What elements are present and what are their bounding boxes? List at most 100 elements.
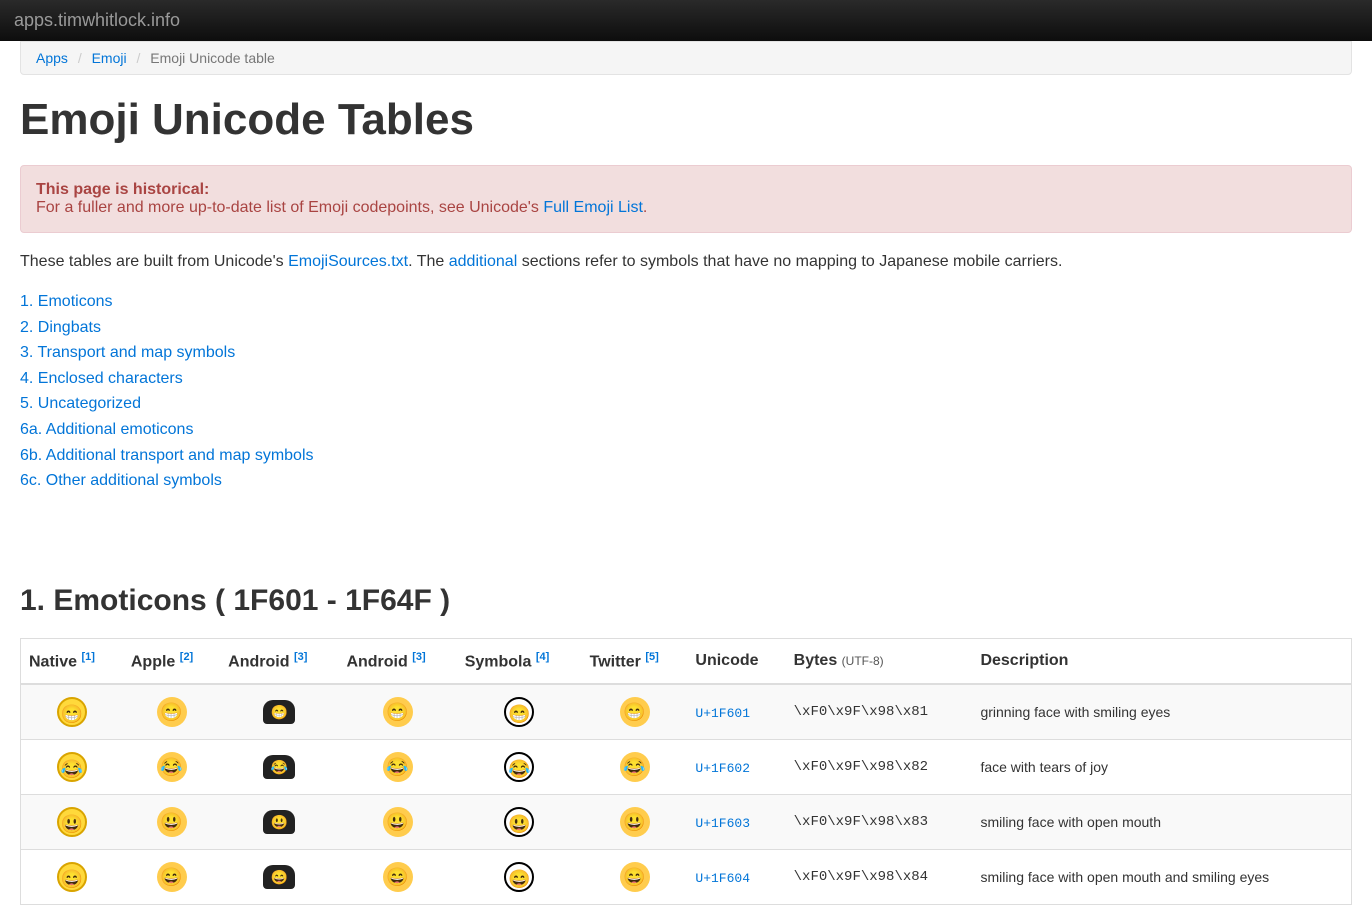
emoji-icon: 😃 bbox=[383, 807, 413, 837]
emoji-icon: 😃 bbox=[57, 807, 87, 837]
emoji-icon: 😄 bbox=[620, 862, 650, 892]
table-of-contents: 1. Emoticons 2. Dingbats 3. Transport an… bbox=[20, 289, 1352, 494]
toc-link-6b[interactable]: 6b. Additional transport and map symbols bbox=[20, 447, 314, 464]
emoji-icon: 😃 bbox=[504, 807, 534, 837]
description-cell: face with tears of joy bbox=[972, 740, 1351, 795]
emoji-icon: 😄 bbox=[383, 862, 413, 892]
emoji-icon: 😂 bbox=[157, 752, 187, 782]
breadcrumb: Apps / Emoji / Emoji Unicode table bbox=[20, 41, 1352, 75]
th-bytes: Bytes (UTF-8) bbox=[786, 638, 973, 684]
ref-2[interactable]: [2] bbox=[180, 651, 193, 663]
unicode-cell: U+1F603 bbox=[687, 795, 785, 850]
intro-link-additional[interactable]: additional bbox=[449, 253, 518, 270]
unicode-cell: U+1F602 bbox=[687, 740, 785, 795]
emoji-cell: 😃 bbox=[338, 795, 456, 850]
emoji-cell: 😁 bbox=[220, 684, 338, 740]
intro-link-sources[interactable]: EmojiSources.txt bbox=[288, 253, 408, 270]
emoji-icon: 😁 bbox=[157, 697, 187, 727]
emoji-cell: 😂 bbox=[338, 740, 456, 795]
toc-link-5[interactable]: 5. Uncategorized bbox=[20, 395, 141, 412]
emoji-cell: 😄 bbox=[123, 850, 220, 905]
breadcrumb-emoji[interactable]: Emoji bbox=[92, 50, 127, 66]
intro-t2: . The bbox=[408, 253, 449, 270]
emoji-cell: 😁 bbox=[457, 684, 582, 740]
th-unicode: Unicode bbox=[687, 638, 785, 684]
th-symbola: Symbola [4] bbox=[457, 638, 582, 684]
table-row: 😂😂😂😂😂😂U+1F602\xF0\x9F\x98\x82face with t… bbox=[21, 740, 1352, 795]
ref-3a[interactable]: [3] bbox=[294, 651, 307, 663]
emoji-icon: 😃 bbox=[157, 807, 187, 837]
emoji-cell: 😁 bbox=[123, 684, 220, 740]
emoji-cell: 😄 bbox=[582, 850, 688, 905]
page-title: Emoji Unicode Tables bbox=[20, 95, 1352, 145]
emoji-icon: 😁 bbox=[263, 700, 295, 724]
bytes-cell: \xF0\x9F\x98\x82 bbox=[786, 740, 973, 795]
unicode-link[interactable]: U+1F601 bbox=[695, 706, 750, 721]
emoji-cell: 😃 bbox=[220, 795, 338, 850]
emoji-icon: 😃 bbox=[620, 807, 650, 837]
ref-4[interactable]: [4] bbox=[536, 651, 549, 663]
ref-3b[interactable]: [3] bbox=[412, 651, 425, 663]
table-header-row: Native [1] Apple [2] Android [3] Android… bbox=[21, 638, 1352, 684]
toc-link-2[interactable]: 2. Dingbats bbox=[20, 319, 101, 336]
unicode-link[interactable]: U+1F603 bbox=[695, 816, 750, 831]
description-cell: smiling face with open mouth and smiling… bbox=[972, 850, 1351, 905]
emoji-cell: 😂 bbox=[582, 740, 688, 795]
th-description: Description bbox=[972, 638, 1351, 684]
emoji-cell: 😃 bbox=[21, 795, 123, 850]
unicode-cell: U+1F601 bbox=[687, 684, 785, 740]
alert-text-after: . bbox=[643, 199, 647, 216]
th-android1: Android [3] bbox=[220, 638, 338, 684]
emoji-icon: 😂 bbox=[383, 752, 413, 782]
unicode-link[interactable]: U+1F604 bbox=[695, 871, 750, 886]
emoji-icon: 😁 bbox=[620, 697, 650, 727]
emoji-cell: 😁 bbox=[21, 684, 123, 740]
section-1-title: 1. Emoticons ( 1F601 - 1F64F ) bbox=[20, 584, 1352, 618]
unicode-link[interactable]: U+1F602 bbox=[695, 761, 750, 776]
bytes-cell: \xF0\x9F\x98\x84 bbox=[786, 850, 973, 905]
intro-t3: sections refer to symbols that have no m… bbox=[517, 253, 1062, 270]
emoji-cell: 😁 bbox=[338, 684, 456, 740]
description-cell: smiling face with open mouth bbox=[972, 795, 1351, 850]
intro-t1: These tables are built from Unicode's bbox=[20, 253, 288, 270]
bytes-cell: \xF0\x9F\x98\x83 bbox=[786, 795, 973, 850]
breadcrumb-sep: / bbox=[131, 50, 147, 66]
emoji-icon: 😁 bbox=[57, 697, 87, 727]
th-native: Native [1] bbox=[21, 638, 123, 684]
alert-text-before: For a fuller and more up-to-date list of… bbox=[36, 199, 543, 216]
unicode-cell: U+1F604 bbox=[687, 850, 785, 905]
breadcrumb-apps[interactable]: Apps bbox=[36, 50, 68, 66]
toc-link-6c[interactable]: 6c. Other additional symbols bbox=[20, 472, 222, 489]
emoji-cell: 😃 bbox=[123, 795, 220, 850]
emoji-icon: 😃 bbox=[263, 810, 295, 834]
table-row: 😃 😃 😃 😃 😃 😃 U+1F603 \xF0\x9F\x98\x83smiling fac… bbox=[21, 795, 1352, 850]
emoji-icon: 😂 bbox=[504, 752, 534, 782]
topbar: apps.timwhitlock.info bbox=[0, 0, 1372, 41]
toc-link-1[interactable]: 1. Emoticons bbox=[20, 293, 112, 310]
ref-5[interactable]: [5] bbox=[645, 651, 658, 663]
emoji-cell: 😃 bbox=[582, 795, 688, 850]
th-android2: Android [3] bbox=[338, 638, 456, 684]
emoji-cell: 😂 bbox=[123, 740, 220, 795]
emoji-icon: 😁 bbox=[504, 697, 534, 727]
ref-1[interactable]: [1] bbox=[81, 651, 94, 663]
toc-link-3[interactable]: 3. Transport and map symbols bbox=[20, 344, 235, 361]
emoji-icon: 😄 bbox=[263, 865, 295, 889]
emoji-cell: 😄 bbox=[220, 850, 338, 905]
emoji-icon: 😄 bbox=[157, 862, 187, 892]
th-apple: Apple [2] bbox=[123, 638, 220, 684]
table-row: 😁😁😁😁😁😁U+1F601\xF0\x9F\x98\x81grinning fa… bbox=[21, 684, 1352, 740]
emoji-icon: 😂 bbox=[263, 755, 295, 779]
intro-paragraph: These tables are built from Unicode's Em… bbox=[20, 253, 1352, 271]
toc-link-4[interactable]: 4. Enclosed characters bbox=[20, 370, 183, 387]
emoji-icon: 😄 bbox=[504, 862, 534, 892]
table-row: 😄😄😄😄😄😄U+1F604\xF0\x9F\x98\x84smiling fac… bbox=[21, 850, 1352, 905]
emoji-cell: 😄 bbox=[457, 850, 582, 905]
toc-link-6a[interactable]: 6a. Additional emoticons bbox=[20, 421, 193, 438]
emoji-cell: 😃 bbox=[457, 795, 582, 850]
emoji-icon: 😁 bbox=[383, 697, 413, 727]
alert-link[interactable]: Full Emoji List bbox=[543, 199, 643, 216]
historical-alert: This page is historical: For a fuller an… bbox=[20, 165, 1352, 233]
emoji-table: Native [1] Apple [2] Android [3] Android… bbox=[20, 638, 1352, 905]
breadcrumb-sep: / bbox=[72, 50, 88, 66]
